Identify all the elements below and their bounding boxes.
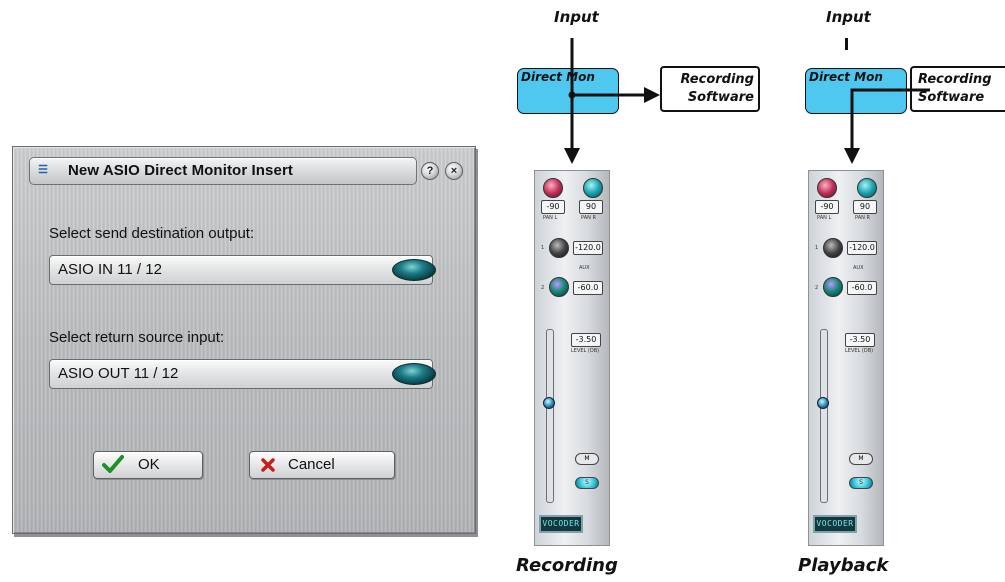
aux-label: AUX xyxy=(579,265,590,271)
recording-caption: Recording xyxy=(516,555,618,576)
return-source-select[interactable]: ASIO OUT 11 / 12 xyxy=(49,359,436,389)
checkmark-icon xyxy=(102,455,124,473)
aux2-index: 2 xyxy=(541,285,545,291)
level-label: LEVEL (DB) xyxy=(571,348,600,354)
mute-button[interactable]: M xyxy=(849,453,873,465)
plugin-slot[interactable]: VOCODER xyxy=(539,515,583,533)
level-fader-track[interactable] xyxy=(820,329,828,503)
ok-label: OK xyxy=(138,456,160,473)
cancel-label: Cancel xyxy=(288,456,335,473)
playback-caption: Playback xyxy=(798,555,889,576)
cancel-button[interactable]: Cancel xyxy=(249,451,395,479)
level-value[interactable]: -3.50 xyxy=(845,333,875,347)
pan-right-knob-icon[interactable] xyxy=(857,178,877,198)
pan-left-value[interactable]: -90 xyxy=(815,200,839,214)
mixer-strip-playback: -90 90 PAN L PAN R 1 -120.0 AUX 2 -60.0 … xyxy=(808,170,884,546)
return-source-label: Select return source input: xyxy=(49,329,225,346)
aux2-knob-icon[interactable] xyxy=(549,277,569,297)
send-destination-value: ASIO IN 11 / 12 xyxy=(58,261,162,278)
pan-left-label: PAN L xyxy=(817,215,832,221)
level-value[interactable]: -3.50 xyxy=(571,333,601,347)
x-icon xyxy=(261,458,275,472)
asio-direct-monitor-dialog: ☰ New ASIO Direct Monitor Insert ? × Sel… xyxy=(12,146,476,534)
aux2-value[interactable]: -60.0 xyxy=(573,281,603,295)
aux1-knob-icon[interactable] xyxy=(823,238,843,258)
return-source-value: ASIO OUT 11 / 12 xyxy=(58,365,179,382)
aux-label: AUX xyxy=(853,265,864,271)
menu-icon[interactable]: ☰ xyxy=(36,163,50,177)
dropdown-knob-icon[interactable] xyxy=(392,259,436,281)
aux1-value[interactable]: -120.0 xyxy=(573,241,603,255)
aux1-knob-icon[interactable] xyxy=(549,238,569,258)
level-fader-handle[interactable] xyxy=(817,397,829,409)
pan-right-value[interactable]: 90 xyxy=(853,200,877,214)
help-button[interactable]: ? xyxy=(421,162,439,180)
dialog-titlebar: ☰ New ASIO Direct Monitor Insert xyxy=(29,157,417,185)
playback-signal-arrows xyxy=(844,88,930,164)
level-fader-track[interactable] xyxy=(546,329,554,503)
recording-signal-arrows xyxy=(564,38,660,164)
mixer-strip-recording: -90 90 PAN L PAN R 1 -120.0 AUX 2 -60.0 … xyxy=(534,170,610,546)
aux1-value[interactable]: -120.0 xyxy=(847,241,877,255)
pan-left-knob-icon[interactable] xyxy=(817,178,837,198)
aux1-index: 1 xyxy=(541,245,545,251)
aux2-value[interactable]: -60.0 xyxy=(847,281,877,295)
pan-left-knob-icon[interactable] xyxy=(543,178,563,198)
aux2-index: 2 xyxy=(815,285,819,291)
close-button[interactable]: × xyxy=(445,162,463,180)
pan-left-value[interactable]: -90 xyxy=(541,200,565,214)
dropdown-knob-icon[interactable] xyxy=(392,363,436,385)
pan-right-knob-icon[interactable] xyxy=(583,178,603,198)
pan-left-label: PAN L xyxy=(543,215,558,221)
level-fader-handle[interactable] xyxy=(543,397,555,409)
pan-right-value[interactable]: 90 xyxy=(579,200,603,214)
send-destination-label: Select send destination output: xyxy=(49,225,255,242)
plugin-slot[interactable]: VOCODER xyxy=(813,515,857,533)
solo-button[interactable]: S xyxy=(849,477,873,489)
ok-button[interactable]: OK xyxy=(93,451,203,479)
solo-button[interactable]: S xyxy=(575,477,599,489)
aux2-knob-icon[interactable] xyxy=(823,277,843,297)
pan-right-label: PAN R xyxy=(581,215,596,221)
mute-button[interactable]: M xyxy=(575,453,599,465)
dialog-title: New ASIO Direct Monitor Insert xyxy=(68,162,293,179)
aux1-index: 1 xyxy=(815,245,819,251)
level-label: LEVEL (DB) xyxy=(845,348,874,354)
pan-right-label: PAN R xyxy=(855,215,870,221)
send-destination-select[interactable]: ASIO IN 11 / 12 xyxy=(49,255,436,285)
